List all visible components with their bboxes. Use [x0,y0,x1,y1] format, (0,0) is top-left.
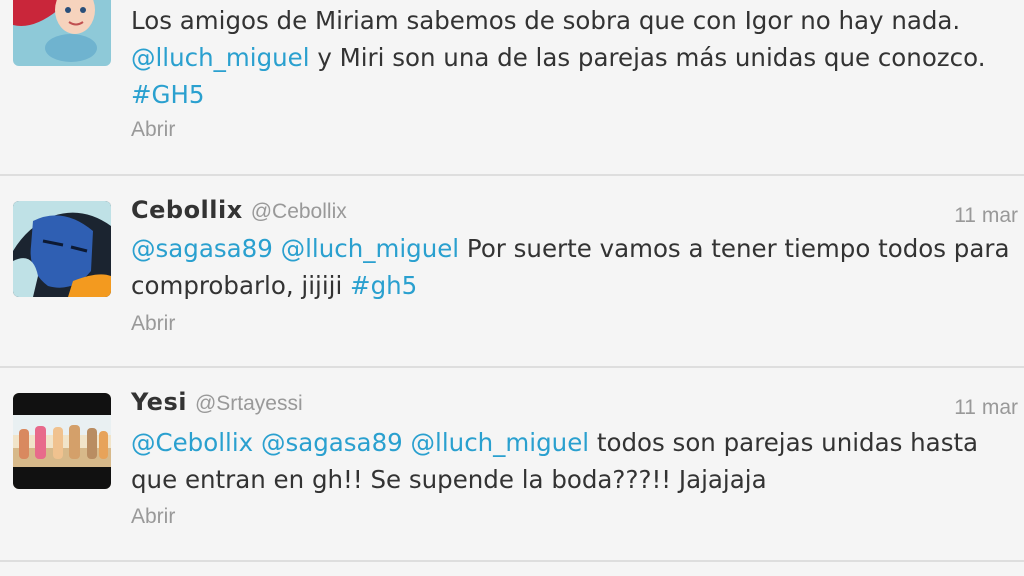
group-photo-avatar-icon[interactable] [13,393,111,489]
tweet-header: Cebollix @Cebollix [131,196,347,226]
tweet-text: @sagasa89 @lluch_miguel Por suerte vamos… [131,234,1010,300]
mention-link[interactable]: @lluch_miguel [281,234,460,263]
open-tweet-link[interactable]: Abrir [131,118,175,142]
author-handle[interactable]: @Srtayessi [195,392,303,416]
mention-link[interactable]: @lluch_miguel [411,428,590,457]
open-tweet-link[interactable]: Abrir [131,312,175,336]
author-name[interactable]: Cebollix [131,196,243,224]
tweet-timestamp[interactable]: 11 mar [954,396,1018,420]
mention-link[interactable]: @sagasa89 [131,234,273,263]
mention-link[interactable]: @lluch_miguel [131,43,310,72]
tweet-header: Yesi @Srtayessi [131,388,303,418]
author-name[interactable]: Yesi [131,388,187,416]
cartoon-blue-face-avatar-icon[interactable] [13,201,111,297]
mermaid-avatar-icon[interactable] [13,0,111,66]
tweet-item[interactable]: Los amigos de Miriam sabemos de sobra qu… [0,0,1024,176]
hashtag-link[interactable]: #gh5 [350,271,417,300]
mention-link[interactable]: @Cebollix [131,428,253,457]
hashtag-link[interactable]: #GH5 [131,80,205,109]
tweet-text: @Cebollix @sagasa89 @lluch_miguel todos … [131,428,979,494]
open-tweet-link[interactable]: Abrir [131,505,175,529]
tweet-item[interactable]: Yesi @Srtayessi 11 mar @Cebollix @sagasa… [0,368,1024,562]
tweet-timeline: Los amigos de Miriam sabemos de sobra qu… [0,0,1024,576]
tweet-text: Los amigos de Miriam sabemos de sobra qu… [131,6,986,109]
mention-link[interactable]: @sagasa89 [261,428,403,457]
tweet-item[interactable]: Cebollix @Cebollix 11 mar @sagasa89 @llu… [0,176,1024,368]
author-handle[interactable]: @Cebollix [251,200,347,224]
tweet-timestamp[interactable]: 11 mar [954,204,1018,228]
